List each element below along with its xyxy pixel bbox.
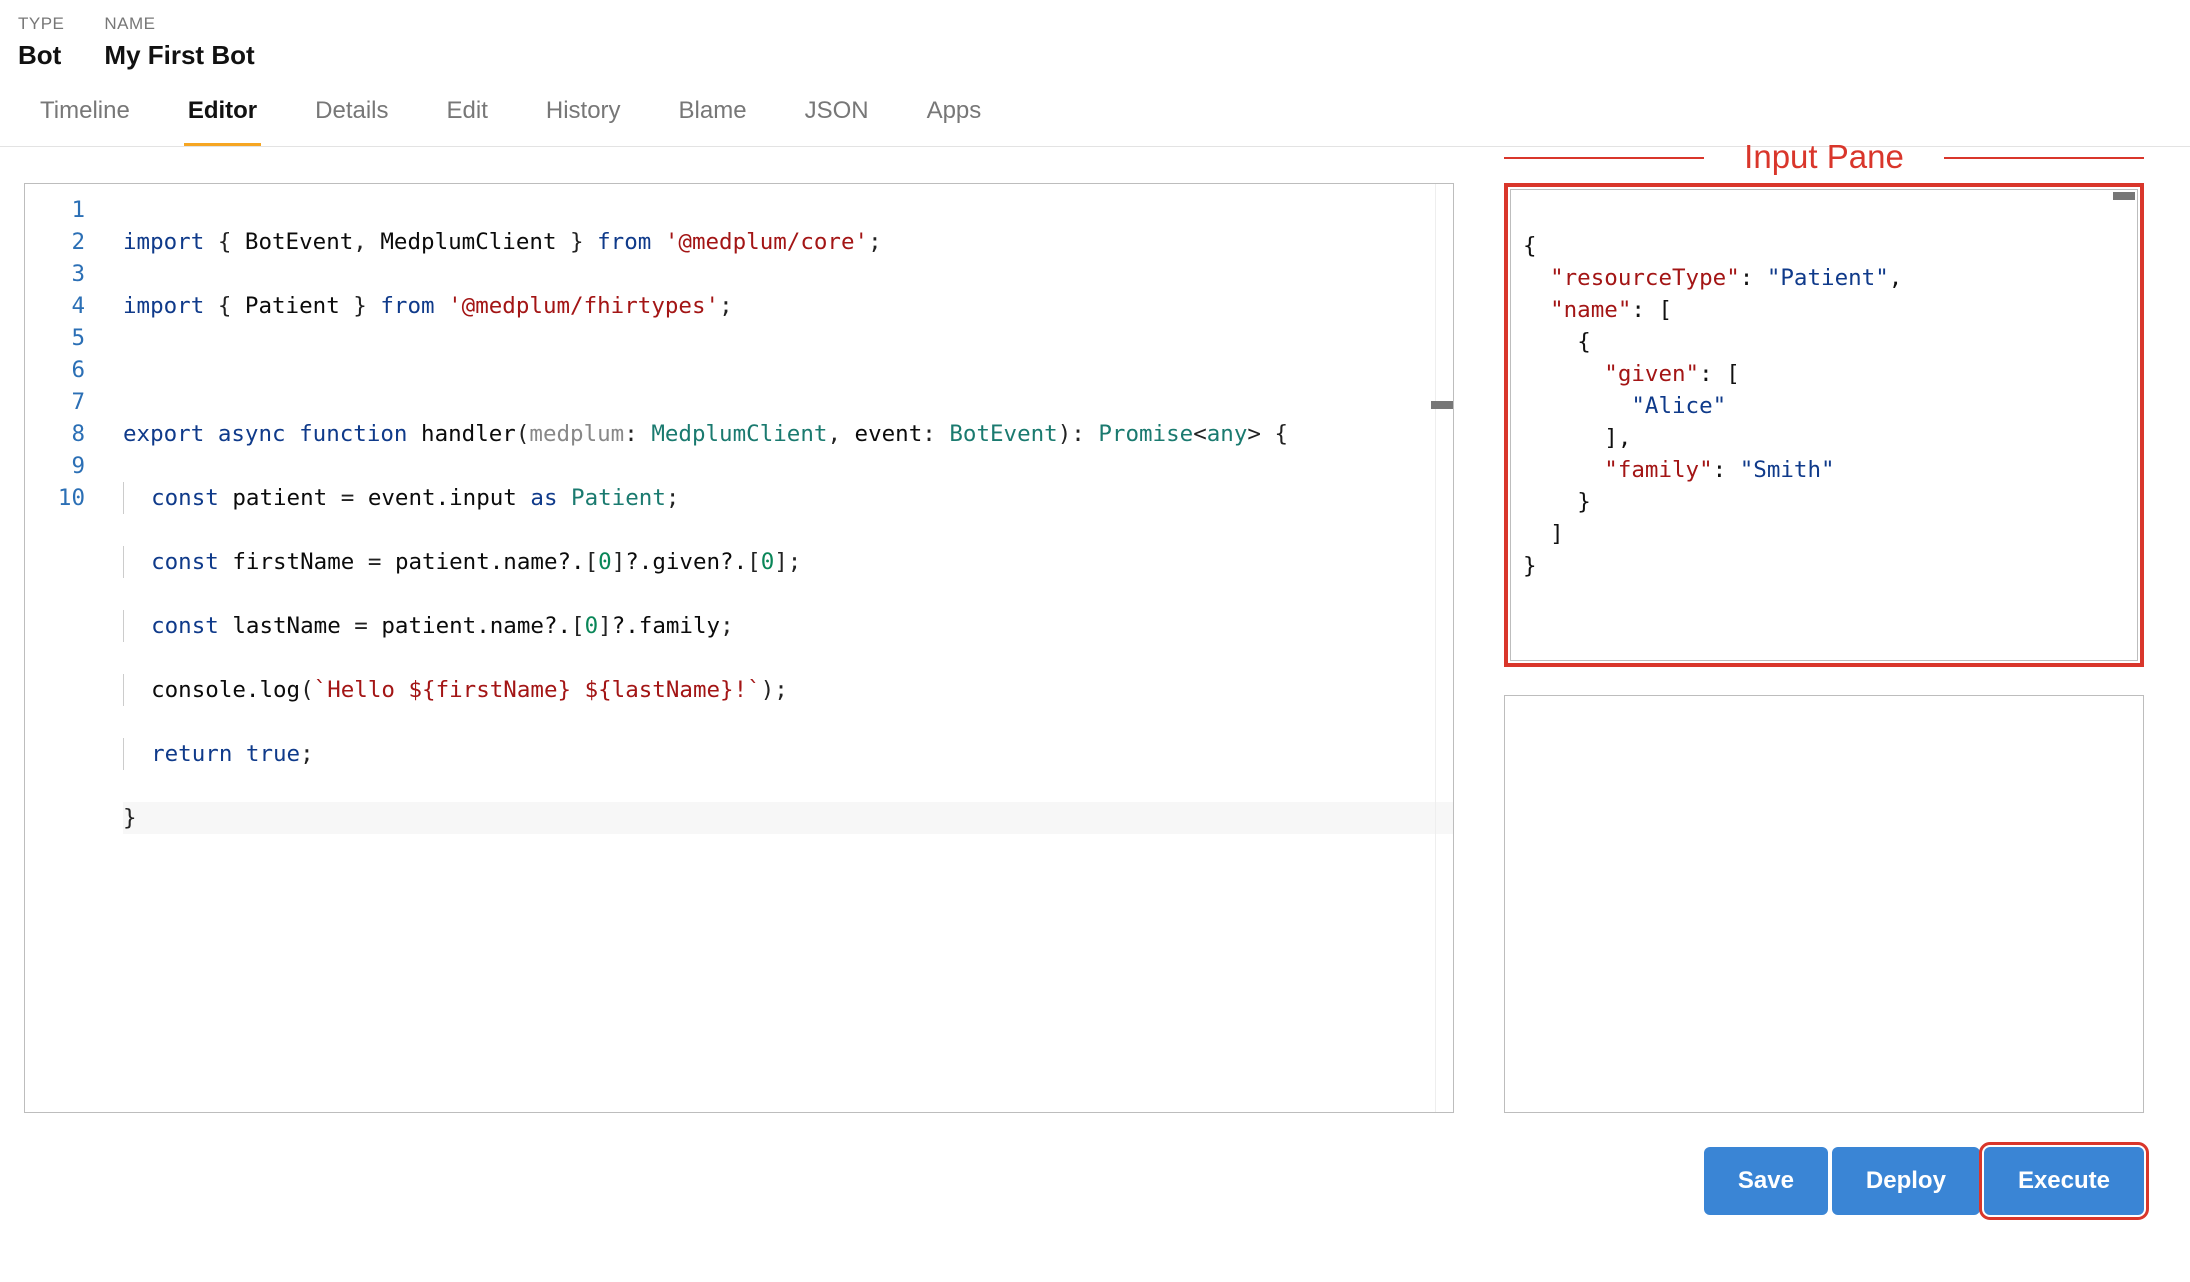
tabs-bar: Timeline Editor Details Edit History Bla…	[0, 79, 2190, 147]
input-pane-highlight-frame: { "resourceType": "Patient", "name": [ {…	[1504, 183, 2144, 667]
tab-editor[interactable]: Editor	[184, 97, 261, 146]
header-name-col: NAME My First Bot	[104, 14, 254, 71]
json-value: "Smith"	[1740, 457, 1835, 483]
code-line: import { Patient } from '@medplum/fhirty…	[123, 290, 1453, 322]
line-number: 8	[25, 418, 85, 450]
tab-apps[interactable]: Apps	[923, 97, 986, 146]
execute-button[interactable]: Execute	[1984, 1147, 2144, 1215]
line-number: 10	[25, 482, 85, 514]
line-number: 4	[25, 290, 85, 322]
save-button[interactable]: Save	[1704, 1147, 1828, 1215]
code-editor-inner: 1 2 3 4 5 6 7 8 9 10 import { BotEvent, …	[25, 184, 1453, 1112]
right-column: Input Pane { "resourceType": "Patient", …	[1504, 183, 2144, 1215]
json-key: "given"	[1604, 361, 1699, 387]
code-line	[123, 354, 1453, 386]
json-key: "name"	[1550, 297, 1631, 323]
json-token: {	[1523, 233, 1537, 259]
tab-json[interactable]: JSON	[801, 97, 873, 146]
code-line: export async function handler(medplum: M…	[123, 418, 1453, 450]
name-value: My First Bot	[104, 40, 254, 71]
line-number: 1	[25, 194, 85, 226]
code-editor-pane[interactable]: 1 2 3 4 5 6 7 8 9 10 import { BotEvent, …	[24, 183, 1454, 1113]
editor-minimap-edge	[1435, 184, 1453, 1112]
tab-history[interactable]: History	[542, 97, 625, 146]
input-pane-annotation: Input Pane	[1504, 138, 2144, 176]
line-number: 7	[25, 386, 85, 418]
type-value: Bot	[18, 40, 64, 71]
page-header: TYPE Bot NAME My First Bot	[0, 0, 2190, 79]
json-value: "Alice"	[1631, 393, 1726, 419]
line-number: 9	[25, 450, 85, 482]
code-line: console.log(`Hello ${firstName} ${lastNa…	[123, 674, 1453, 706]
line-number: 6	[25, 354, 85, 386]
input-pane[interactable]: { "resourceType": "Patient", "name": [ {…	[1510, 189, 2138, 661]
json-key: "resourceType"	[1550, 265, 1740, 291]
name-label: NAME	[104, 14, 254, 34]
action-buttons-row: Save Deploy Execute	[1504, 1147, 2144, 1215]
code-line: const patient = event.input as Patient;	[123, 482, 1453, 514]
editor-scroll-indicator[interactable]	[1431, 401, 1453, 409]
line-gutter: 1 2 3 4 5 6 7 8 9 10	[25, 184, 103, 1112]
header-type-col: TYPE Bot	[18, 14, 64, 71]
code-line: return true;	[123, 738, 1453, 770]
code-line: }	[123, 802, 1453, 834]
tab-timeline[interactable]: Timeline	[36, 97, 134, 146]
input-scroll-indicator[interactable]	[2113, 192, 2135, 200]
main-grid: 1 2 3 4 5 6 7 8 9 10 import { BotEvent, …	[0, 147, 2190, 1215]
tab-edit[interactable]: Edit	[443, 97, 492, 146]
code-line: const lastName = patient.name?.[0]?.fami…	[123, 610, 1453, 642]
line-number: 3	[25, 258, 85, 290]
json-value: "Patient"	[1767, 265, 1889, 291]
line-number: 5	[25, 322, 85, 354]
line-number: 2	[25, 226, 85, 258]
code-body[interactable]: import { BotEvent, MedplumClient } from …	[103, 184, 1453, 1112]
type-label: TYPE	[18, 14, 64, 34]
json-token: }	[1523, 553, 1537, 579]
json-key: "family"	[1604, 457, 1712, 483]
deploy-button[interactable]: Deploy	[1832, 1147, 1980, 1215]
tab-blame[interactable]: Blame	[675, 97, 751, 146]
code-line: const firstName = patient.name?.[0]?.giv…	[123, 546, 1453, 578]
tab-details[interactable]: Details	[311, 97, 392, 146]
code-line: import { BotEvent, MedplumClient } from …	[123, 226, 1453, 258]
output-pane[interactable]	[1504, 695, 2144, 1113]
